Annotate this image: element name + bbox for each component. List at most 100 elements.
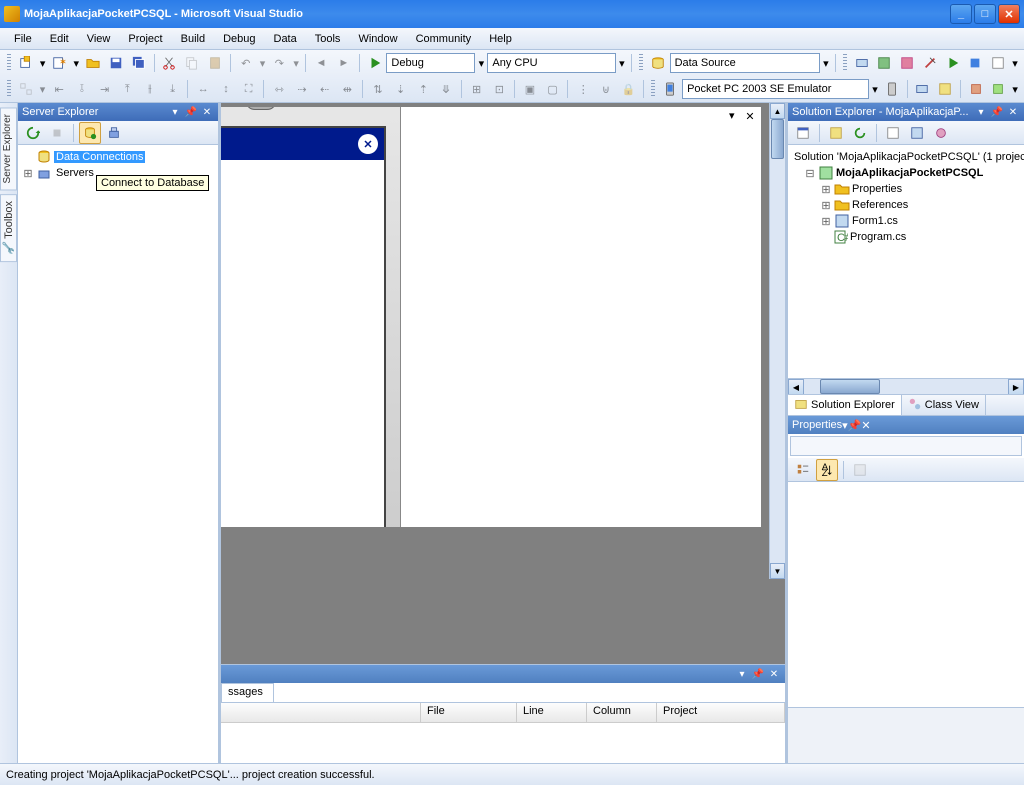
align-bottom-button[interactable]: ⤓: [162, 78, 184, 100]
node-properties[interactable]: Properties: [852, 183, 902, 195]
alphabetical-button[interactable]: AZ: [816, 459, 838, 481]
panel-pin-button[interactable]: 📌: [751, 667, 765, 681]
hspace-dec-button[interactable]: ⇠: [314, 78, 336, 100]
hspace-equal-button[interactable]: ⇿: [268, 78, 290, 100]
scroll-left-button[interactable]: ◀: [788, 379, 804, 395]
expand-icon[interactable]: ⊞: [820, 199, 832, 212]
expand-icon[interactable]: ⊞: [22, 167, 34, 180]
panel-dropdown-button[interactable]: ▾: [974, 105, 988, 119]
device-btn1[interactable]: [912, 78, 934, 100]
vspace-inc-button[interactable]: ⇣: [390, 78, 412, 100]
tab-order-button[interactable]: ⋮: [572, 78, 594, 100]
toolbar-btn4[interactable]: [919, 52, 941, 74]
nav-back-button[interactable]: ◄: [310, 52, 332, 74]
config-dropdown[interactable]: ▾: [476, 57, 486, 70]
vspace-equal-button[interactable]: ⇅: [367, 78, 389, 100]
col-project[interactable]: Project: [657, 703, 785, 722]
center-h-button[interactable]: ⊞: [466, 78, 488, 100]
tab-solution-explorer[interactable]: Solution Explorer: [788, 395, 902, 415]
categorized-button[interactable]: [792, 459, 814, 481]
expand-icon[interactable]: ⊞: [820, 215, 832, 228]
node-references[interactable]: References: [852, 199, 908, 211]
stop-refresh-button[interactable]: [46, 122, 68, 144]
panel-dropdown-button[interactable]: ▾: [735, 667, 749, 681]
menu-project[interactable]: Project: [120, 31, 170, 47]
device-btn4[interactable]: [988, 78, 1010, 100]
toolbar-btn2[interactable]: [874, 52, 896, 74]
device-btn3[interactable]: [965, 78, 987, 100]
view-diagram-button[interactable]: [930, 122, 952, 144]
device-close-icon[interactable]: ✕: [358, 134, 378, 154]
redo-dropdown[interactable]: ▾: [291, 57, 301, 70]
hspace-inc-button[interactable]: ⇢: [291, 78, 313, 100]
scroll-down-button[interactable]: ▼: [770, 563, 785, 579]
panel-dropdown-button[interactable]: ▾: [168, 105, 182, 119]
menu-data[interactable]: Data: [266, 31, 305, 47]
panel-pin-button[interactable]: 📌: [184, 105, 198, 119]
panel-close-button[interactable]: ✕: [767, 667, 781, 681]
open-button[interactable]: [82, 52, 104, 74]
toolbar-btn1[interactable]: [851, 52, 873, 74]
panel-close-button[interactable]: ✕: [200, 105, 214, 119]
device-dropdown[interactable]: ▾: [870, 83, 880, 96]
menu-view[interactable]: View: [79, 31, 119, 47]
properties-button[interactable]: [792, 122, 814, 144]
toolbar-btn7[interactable]: [987, 52, 1009, 74]
property-pages-button[interactable]: [849, 459, 871, 481]
new-project-dropdown[interactable]: ▾: [38, 57, 48, 70]
bring-front-button[interactable]: ▣: [519, 78, 541, 100]
tree-item-data-connections[interactable]: Data Connections: [54, 151, 145, 163]
same-width-button[interactable]: ↔: [192, 78, 214, 100]
properties-grid[interactable]: [788, 482, 1024, 707]
connect-database-button[interactable]: [79, 122, 101, 144]
redo-button[interactable]: ↷: [268, 52, 290, 74]
toolbar-grip[interactable]: [639, 54, 643, 72]
panel-pin-button[interactable]: 📌: [848, 419, 862, 432]
save-all-button[interactable]: [128, 52, 150, 74]
config-combo[interactable]: Debug: [386, 53, 475, 73]
start-debug-button[interactable]: [364, 52, 386, 74]
panel-pin-button[interactable]: 📌: [990, 105, 1004, 119]
device-connect-button[interactable]: [881, 78, 903, 100]
panel-close-button[interactable]: ✕: [861, 419, 870, 432]
center-v-button[interactable]: ⊡: [488, 78, 510, 100]
toolbar-options-dropdown[interactable]: ▾: [1010, 83, 1020, 96]
toolbar-grip[interactable]: [651, 80, 655, 98]
send-back-button[interactable]: ▢: [542, 78, 564, 100]
tab-class-view[interactable]: Class View: [902, 395, 986, 415]
window-close-button[interactable]: ✕: [998, 4, 1020, 24]
menu-community[interactable]: Community: [408, 31, 480, 47]
panel-close-button[interactable]: ✕: [1006, 105, 1020, 119]
add-item-button[interactable]: ✶: [49, 52, 71, 74]
connect-server-button[interactable]: [103, 122, 125, 144]
maximize-button[interactable]: □: [974, 4, 996, 24]
menu-window[interactable]: Window: [350, 31, 405, 47]
col-file[interactable]: File: [421, 703, 517, 722]
datasource-combo[interactable]: Data Source: [670, 53, 820, 73]
device-btn2[interactable]: [934, 78, 956, 100]
lock-button[interactable]: 🔒: [618, 78, 640, 100]
layout-btn[interactable]: [15, 78, 37, 100]
platform-combo[interactable]: Any CPU: [487, 53, 616, 73]
col-column[interactable]: Column: [587, 703, 657, 722]
align-top-button[interactable]: ⤒: [116, 78, 138, 100]
properties-object-combo[interactable]: [790, 436, 1022, 456]
undo-button[interactable]: ↶: [235, 52, 257, 74]
menu-edit[interactable]: Edit: [42, 31, 77, 47]
menu-build[interactable]: Build: [173, 31, 213, 47]
menu-tools[interactable]: Tools: [307, 31, 349, 47]
cut-button[interactable]: [159, 52, 181, 74]
tab-server-explorer[interactable]: Server Explorer: [0, 107, 17, 190]
solution-scrollbar-h[interactable]: ◀ ▶: [788, 378, 1024, 394]
col-description[interactable]: [221, 703, 421, 722]
align-center-button[interactable]: ⫱: [71, 78, 93, 100]
copy-button[interactable]: [181, 52, 203, 74]
same-size-button[interactable]: ⛶: [238, 78, 260, 100]
menu-debug[interactable]: Debug: [215, 31, 263, 47]
toolbar-grip[interactable]: [7, 80, 11, 98]
tab-toolbox[interactable]: 🔧 Toolbox: [0, 194, 17, 262]
node-form1[interactable]: Form1.cs: [852, 215, 898, 227]
toolbar-grip[interactable]: [7, 54, 11, 72]
menu-help[interactable]: Help: [481, 31, 520, 47]
platform-dropdown[interactable]: ▾: [617, 57, 627, 70]
